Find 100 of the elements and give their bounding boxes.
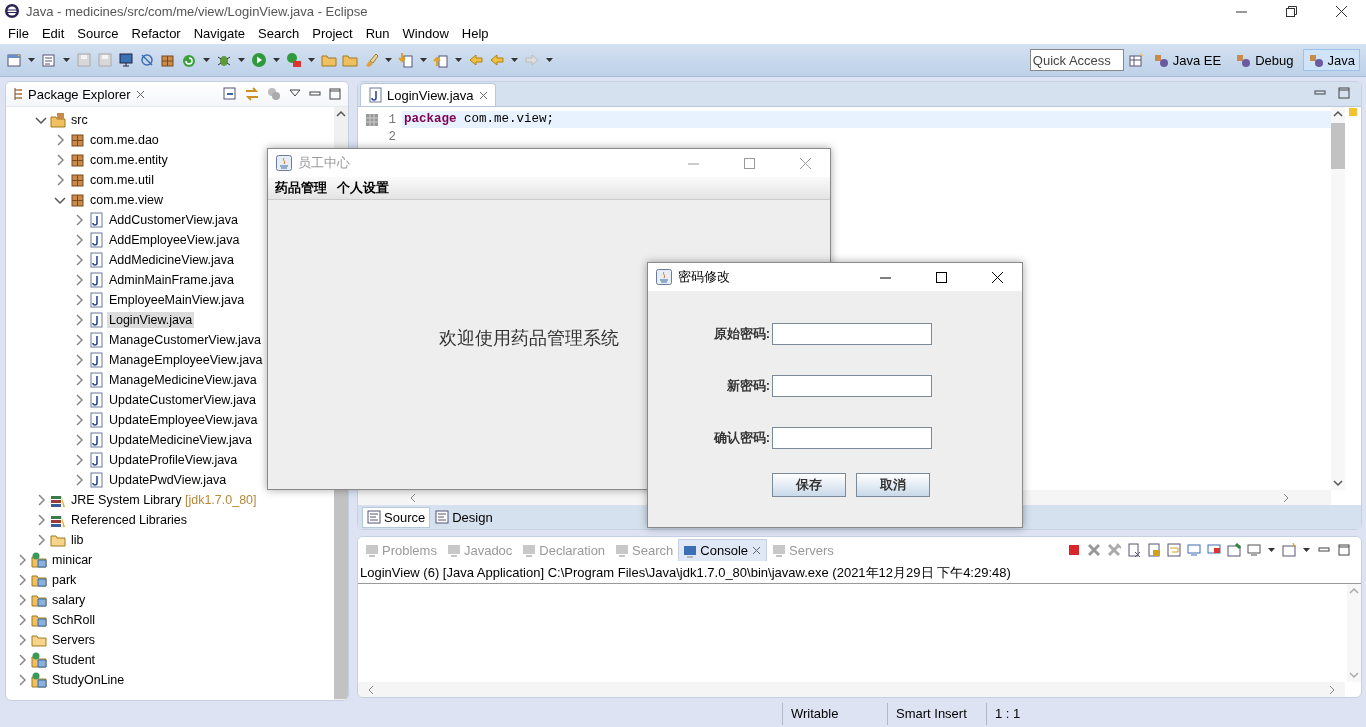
expand-icon[interactable] bbox=[73, 274, 85, 286]
expand-icon[interactable] bbox=[73, 234, 85, 246]
scroll-up-icon[interactable] bbox=[335, 109, 347, 119]
expand-icon[interactable] bbox=[54, 134, 66, 146]
tree-item[interactable]: lib bbox=[69, 532, 86, 548]
folder-icon[interactable] bbox=[342, 52, 358, 68]
tree-item[interactable]: AddEmployeeView.java bbox=[107, 232, 242, 248]
tree-item[interactable]: salary bbox=[50, 592, 88, 608]
tree-item[interactable]: UpdateMedicineView.java bbox=[107, 432, 254, 448]
caret-icon[interactable] bbox=[1267, 546, 1276, 554]
tree-item[interactable]: ManageCustomerView.java bbox=[107, 332, 263, 348]
expand-icon[interactable] bbox=[73, 414, 85, 426]
scroll-left-icon[interactable] bbox=[366, 683, 376, 696]
tree-item[interactable]: UpdatePwdView.java bbox=[107, 472, 229, 488]
perspective-button[interactable]: Java EE bbox=[1147, 49, 1227, 71]
pin-console-icon[interactable] bbox=[1227, 543, 1241, 557]
tree-item[interactable]: park bbox=[50, 572, 79, 588]
next-annotation-icon[interactable] bbox=[398, 52, 414, 68]
expand-icon[interactable] bbox=[54, 174, 66, 186]
expand-icon[interactable] bbox=[73, 314, 85, 326]
caret-icon[interactable] bbox=[237, 56, 246, 64]
expand-icon[interactable] bbox=[73, 214, 85, 226]
caret-icon[interactable] bbox=[545, 56, 554, 64]
caret-icon[interactable] bbox=[510, 56, 519, 64]
menu-item[interactable]: Refactor bbox=[125, 25, 188, 41]
collapse-icon[interactable] bbox=[54, 194, 66, 206]
back-icon[interactable] bbox=[468, 52, 484, 68]
expand-icon[interactable] bbox=[16, 594, 28, 606]
editor-mode-tab[interactable]: Source bbox=[362, 506, 431, 528]
menu-item[interactable]: 药品管理 bbox=[270, 179, 332, 197]
dialog-button[interactable]: 取消 bbox=[856, 473, 930, 497]
tree-item[interactable]: UpdateCustomerView.java bbox=[107, 392, 259, 408]
editor-mode-tab[interactable]: Design bbox=[430, 506, 498, 528]
show-error-icon[interactable] bbox=[1207, 543, 1221, 557]
menu-item[interactable]: Help bbox=[455, 25, 496, 41]
caret-icon[interactable] bbox=[454, 56, 463, 64]
scrollbar-thumb[interactable] bbox=[1331, 123, 1345, 169]
expand-icon[interactable] bbox=[73, 254, 85, 266]
new-icon[interactable] bbox=[6, 52, 22, 68]
expand-icon[interactable] bbox=[16, 674, 28, 686]
scroll-down-icon[interactable] bbox=[1332, 478, 1344, 488]
remove-launch-icon[interactable] bbox=[1087, 543, 1101, 557]
expand-icon[interactable] bbox=[73, 434, 85, 446]
menu-item[interactable]: Window bbox=[396, 25, 456, 41]
tree-item[interactable]: com.me.view bbox=[88, 192, 165, 208]
expand-icon[interactable] bbox=[35, 534, 47, 546]
tree-item[interactable]: Referenced Libraries bbox=[69, 512, 190, 528]
tree-item[interactable]: UpdateProfileView.java bbox=[107, 452, 240, 468]
run-icon[interactable] bbox=[251, 52, 267, 68]
collapse-icon[interactable] bbox=[35, 114, 47, 126]
caret-icon[interactable] bbox=[62, 56, 71, 64]
open-perspective-icon[interactable] bbox=[1127, 52, 1144, 68]
expand-icon[interactable] bbox=[73, 394, 85, 406]
word-wrap-icon[interactable] bbox=[1167, 543, 1181, 557]
password-field[interactable] bbox=[772, 375, 932, 397]
perspective-button[interactable]: Java bbox=[1302, 49, 1360, 71]
menu-item[interactable]: Source bbox=[71, 25, 126, 41]
caret-icon[interactable] bbox=[27, 56, 36, 64]
menu-item[interactable]: Edit bbox=[35, 25, 72, 41]
refresh-icon[interactable] bbox=[181, 52, 197, 68]
expand-icon[interactable] bbox=[35, 494, 47, 506]
scrollbar[interactable] bbox=[1331, 107, 1345, 490]
expand-icon[interactable] bbox=[73, 454, 85, 466]
expand-icon[interactable] bbox=[73, 334, 85, 346]
password-field[interactable] bbox=[772, 323, 932, 345]
expand-icon[interactable] bbox=[54, 154, 66, 166]
back-icon[interactable] bbox=[489, 52, 505, 68]
tree-item[interactable]: ManageEmployeeView.java bbox=[107, 352, 265, 368]
tree-item[interactable]: SchRoll bbox=[50, 612, 98, 628]
menu-item[interactable]: Navigate bbox=[187, 25, 252, 41]
maximize-icon[interactable] bbox=[933, 269, 949, 285]
remove-all-icon[interactable] bbox=[1107, 543, 1121, 557]
dialog-button[interactable]: 保存 bbox=[772, 473, 846, 497]
tree-item[interactable]: LoginView.java bbox=[107, 312, 195, 328]
expand-icon[interactable] bbox=[73, 374, 85, 386]
caret-icon[interactable] bbox=[272, 56, 281, 64]
restore-icon[interactable] bbox=[1283, 3, 1299, 19]
show-console-icon[interactable] bbox=[1187, 543, 1201, 557]
tree-item[interactable]: Servers bbox=[50, 632, 98, 648]
view-tab[interactable]: Package Explorer bbox=[28, 86, 131, 102]
caret-icon[interactable] bbox=[419, 56, 428, 64]
expand-icon[interactable] bbox=[16, 634, 28, 646]
previous-annotation-icon[interactable] bbox=[433, 52, 449, 68]
expand-icon[interactable] bbox=[73, 294, 85, 306]
menu-item[interactable]: Run bbox=[359, 25, 397, 41]
folder-icon[interactable] bbox=[321, 52, 337, 68]
menu-item[interactable]: 个人设置 bbox=[332, 179, 394, 197]
tree-item[interactable]: EmployeeMainView.java bbox=[107, 292, 247, 308]
monitor-icon[interactable] bbox=[118, 52, 134, 68]
expand-icon[interactable] bbox=[73, 474, 85, 486]
expand-icon[interactable] bbox=[16, 614, 28, 626]
tree-item[interactable]: minicar bbox=[50, 552, 95, 568]
tree-item[interactable]: com.me.util bbox=[88, 172, 156, 188]
tree-item[interactable]: ManageMedicineView.java bbox=[107, 372, 259, 388]
new-class-icon[interactable] bbox=[41, 52, 57, 68]
scroll-lock-icon[interactable] bbox=[1147, 543, 1161, 557]
package-icon[interactable] bbox=[160, 52, 176, 68]
perspective-button[interactable]: Debug bbox=[1230, 49, 1299, 71]
caret-icon[interactable] bbox=[384, 56, 393, 64]
menu-item[interactable]: Search bbox=[252, 25, 307, 41]
